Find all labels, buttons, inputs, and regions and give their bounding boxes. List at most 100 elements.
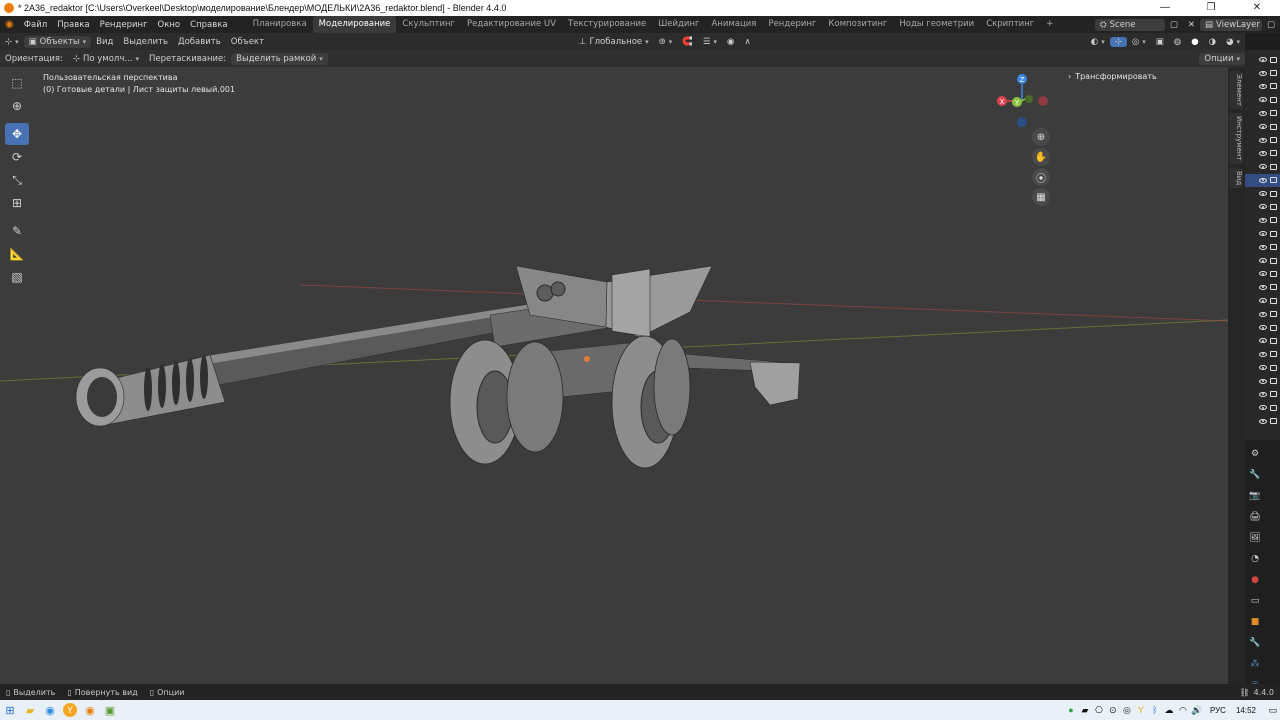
eye-icon[interactable] [1259,338,1267,344]
menu-help[interactable]: Справка [185,20,232,30]
outliner-row[interactable] [1245,294,1280,307]
menu-file[interactable]: Файл [19,20,52,30]
add-cube-tool-icon[interactable]: ▧ [5,266,29,288]
edge-browser-icon[interactable]: ◉ [40,701,60,719]
menu-add[interactable]: Добавить [173,37,226,47]
render-icon[interactable] [1270,378,1277,385]
shading-solid-icon[interactable]: ● [1186,37,1203,47]
modifier-properties-icon[interactable]: 🔧 [1248,636,1262,650]
outliner-row[interactable] [1245,388,1280,401]
outliner-row[interactable] [1245,334,1280,347]
tray-app-icon[interactable]: ● [1064,705,1078,715]
render-icon[interactable] [1270,190,1277,197]
outliner-row[interactable] [1245,200,1280,213]
snap-settings-icon[interactable]: ☰ ▾ [698,37,722,47]
outliner-row[interactable] [1245,107,1280,120]
eye-icon[interactable] [1259,418,1267,424]
new-scene-icon[interactable]: ▢ [1165,20,1183,30]
xray-toggle-icon[interactable]: ▣ [1151,37,1169,47]
viewlayer-selector[interactable]: ▤ ViewLayer [1199,18,1262,31]
eye-icon[interactable] [1259,351,1267,357]
tray-gamepad-icon[interactable]: ⎔ [1092,705,1106,716]
eye-icon[interactable] [1259,124,1267,130]
tab-animation[interactable]: Анимация [705,16,762,33]
world-properties-icon[interactable]: ● [1248,573,1262,587]
outliner-row[interactable] [1245,267,1280,280]
render-icon[interactable] [1270,391,1277,398]
scene-properties-icon[interactable]: ◔ [1248,552,1262,566]
render-icon[interactable] [1270,177,1277,184]
eye-icon[interactable] [1259,258,1267,264]
menu-render[interactable]: Рендеринг [95,20,153,30]
yandex-browser-icon[interactable]: Y [60,701,80,719]
outliner-row[interactable] [1245,307,1280,320]
render-icon[interactable] [1270,311,1277,318]
eye-icon[interactable] [1259,164,1267,170]
render-icon[interactable] [1270,257,1277,264]
properties-editor-icon[interactable]: ⚙ [1248,447,1262,461]
eye-icon[interactable] [1259,177,1267,183]
menu-edit[interactable]: Правка [52,20,94,30]
render-icon[interactable] [1270,230,1277,237]
outliner-row[interactable] [1245,281,1280,294]
tab-tool[interactable]: Инструмент [1229,112,1243,164]
tray-recorder-icon[interactable]: ◎ [1120,705,1134,716]
close-button[interactable]: ✕ [1234,0,1280,16]
render-icon[interactable] [1270,297,1277,304]
file-explorer-icon[interactable]: ▰ [20,701,40,719]
tray-folder-icon[interactable]: ▰ [1078,705,1092,716]
outliner-row[interactable] [1245,120,1280,133]
eye-icon[interactable] [1259,391,1267,397]
outliner-row[interactable] [1245,187,1280,200]
blender-taskbar-icon[interactable]: ◉ [80,701,100,719]
minimize-button[interactable]: — [1142,0,1188,16]
editor-type-icon[interactable]: ⊹ ▾ [0,37,24,47]
wifi-icon[interactable]: ◠ [1176,705,1190,716]
pan-hand-icon[interactable]: ✋ [1032,148,1050,166]
render-icon[interactable] [1270,418,1277,425]
eye-icon[interactable] [1259,311,1267,317]
eye-icon[interactable] [1259,325,1267,330]
eye-icon[interactable] [1259,298,1267,304]
eye-icon[interactable] [1259,378,1267,384]
options-dropdown[interactable]: Опции ▾ [1199,52,1245,65]
move-tool-icon[interactable]: ✥ [5,123,29,145]
render-icon[interactable] [1270,351,1277,358]
rotate-tool-icon[interactable]: ⟳ [5,146,29,168]
annotate-tool-icon[interactable]: ✎ [5,220,29,242]
eye-icon[interactable] [1259,284,1267,290]
outliner-row[interactable] [1245,160,1280,173]
tool-properties-icon[interactable]: 🔧 [1248,468,1262,482]
tray-cloud-icon[interactable]: ☁ [1162,705,1176,716]
render-icon[interactable] [1270,83,1277,90]
outliner-row[interactable] [1245,348,1280,361]
tab-layout[interactable]: Планировка [247,16,313,33]
eye-icon[interactable] [1259,405,1267,411]
windows-start-icon[interactable]: ⊞ [0,701,20,719]
clock[interactable]: 14:52 [1232,706,1266,715]
scene-selector[interactable]: ⛭ Scene [1094,18,1165,31]
menu-view[interactable]: Вид [91,37,118,47]
outliner-row[interactable] [1245,214,1280,227]
outliner-row[interactable] [1245,401,1280,414]
render-icon[interactable] [1270,123,1277,130]
eye-icon[interactable] [1259,97,1267,103]
new-viewlayer-icon[interactable]: ▢ [1262,20,1280,30]
render-icon[interactable] [1270,203,1277,210]
outliner-row[interactable] [1245,240,1280,253]
bluetooth-icon[interactable]: ᛒ [1148,705,1162,715]
select-box-tool-icon[interactable]: ⬚ [5,72,29,94]
delete-scene-icon[interactable]: ✕ [1183,20,1200,30]
tab-scripting[interactable]: Скриптинг [980,16,1040,33]
tab-compositing[interactable]: Композитинг [822,16,893,33]
eye-icon[interactable] [1259,217,1267,223]
menu-select[interactable]: Выделить [118,37,173,47]
snap-icon[interactable]: 🧲 [677,37,698,47]
tab-view[interactable]: Вид [1229,167,1243,188]
zoom-icon[interactable]: ⊕ [1032,128,1050,146]
navigation-gizmo[interactable]: Z X Y [995,71,1050,129]
camera-view-icon[interactable]: ⦿ [1032,168,1050,186]
tab-shading[interactable]: Шейдинг [652,16,705,33]
shading-rendered-icon[interactable]: ◕ ▾ [1221,37,1245,47]
measure-tool-icon[interactable]: 📐 [5,243,29,265]
